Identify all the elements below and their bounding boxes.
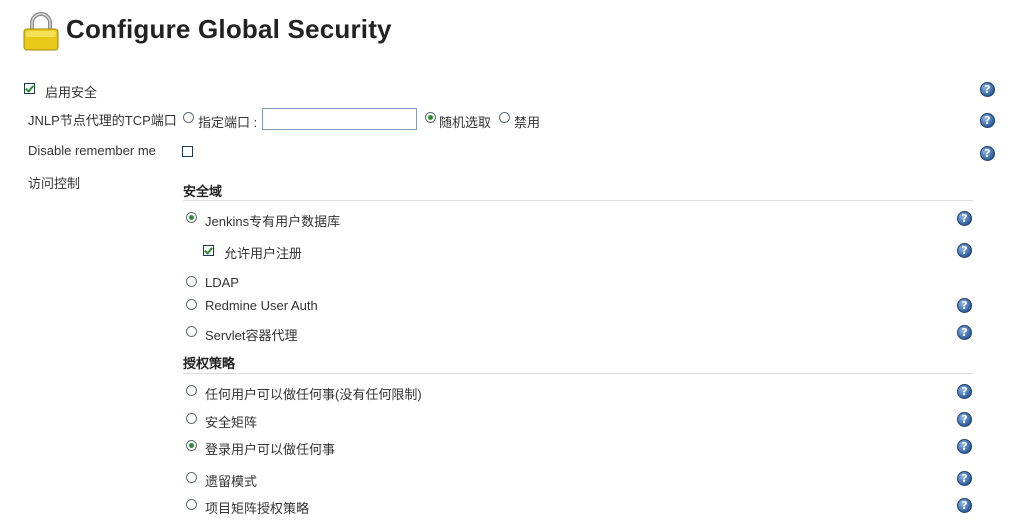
- realm-ldap-radio[interactable]: [186, 276, 197, 287]
- realm-jenkins-radio[interactable]: [186, 212, 197, 223]
- remember-me-label: Disable remember me: [28, 143, 156, 158]
- help-icon[interactable]: ?: [957, 243, 972, 258]
- help-icon[interactable]: ?: [957, 211, 972, 226]
- auth-logged-in-label: 登录用户可以做任何事: [205, 442, 336, 457]
- realm-redmine-radio[interactable]: [186, 299, 197, 310]
- jnlp-random-radio[interactable]: [425, 112, 436, 123]
- jnlp-random-label: 随机选取: [439, 115, 492, 130]
- jnlp-disable-label: 禁用: [514, 115, 541, 130]
- authorization-heading: 授权策略: [183, 356, 236, 371]
- auth-logged-in-radio[interactable]: [186, 440, 197, 451]
- auth-unsecured-label: 任何用户可以做任何事(没有任何限制): [205, 387, 422, 402]
- help-icon[interactable]: ?: [957, 471, 972, 486]
- auth-matrix-radio[interactable]: [186, 413, 197, 424]
- auth-matrix-label: 安全矩阵: [205, 415, 258, 430]
- auth-legacy-radio[interactable]: [186, 472, 197, 483]
- lock-icon: [20, 10, 62, 52]
- auth-project-matrix-label: 项目矩阵授权策略: [205, 501, 310, 516]
- help-icon[interactable]: ?: [957, 498, 972, 513]
- help-icon[interactable]: ?: [957, 325, 972, 340]
- help-icon[interactable]: ?: [957, 384, 972, 399]
- help-icon[interactable]: ?: [957, 412, 972, 427]
- realm-redmine-label: Redmine User Auth: [205, 298, 318, 313]
- jnlp-fixed-label: 指定端口 :: [198, 115, 258, 130]
- help-icon[interactable]: ?: [957, 298, 972, 313]
- page-title: Configure Global Security: [66, 14, 392, 44]
- realm-servlet-radio[interactable]: [186, 326, 197, 337]
- allow-signup-checkbox[interactable]: [203, 245, 214, 256]
- realm-jenkins-label: Jenkins专有用户数据库: [205, 214, 341, 229]
- divider: [183, 373, 973, 374]
- enable-security-checkbox[interactable]: [24, 83, 35, 94]
- access-control-label: 访问控制: [28, 176, 81, 191]
- allow-signup-label: 允许用户注册: [224, 246, 303, 261]
- help-icon[interactable]: ?: [957, 439, 972, 454]
- help-icon[interactable]: ?: [980, 82, 995, 97]
- realm-servlet-label: Servlet容器代理: [205, 328, 298, 343]
- help-icon[interactable]: ?: [980, 146, 995, 161]
- security-realm-heading: 安全域: [183, 184, 223, 199]
- help-icon[interactable]: ?: [980, 113, 995, 128]
- jnlp-port-input[interactable]: [262, 108, 417, 130]
- auth-project-matrix-radio[interactable]: [186, 499, 197, 510]
- auth-legacy-label: 遗留模式: [205, 474, 258, 489]
- jnlp-disable-radio[interactable]: [499, 112, 510, 123]
- auth-unsecured-radio[interactable]: [186, 385, 197, 396]
- divider: [183, 200, 973, 201]
- realm-ldap-label: LDAP: [205, 275, 239, 290]
- enable-security-label: 启用安全: [45, 85, 98, 100]
- remember-me-checkbox[interactable]: [182, 146, 193, 157]
- jnlp-port-label: JNLP节点代理的TCP端口: [28, 113, 177, 128]
- jnlp-fixed-radio[interactable]: [183, 112, 194, 123]
